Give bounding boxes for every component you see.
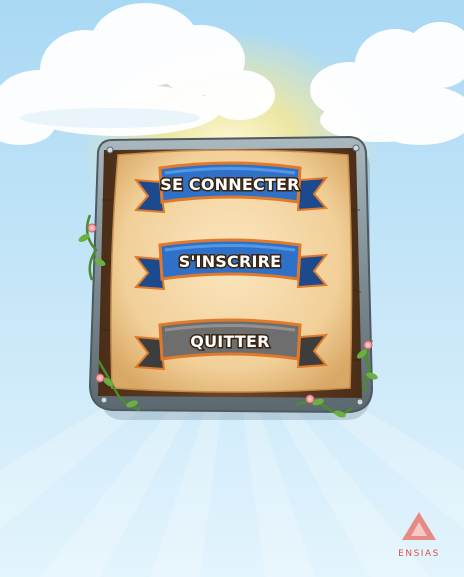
quit-button-label: QUITTER bbox=[190, 332, 269, 351]
ensias-logo-text: ENSIAS bbox=[398, 549, 440, 559]
login-button-label: SE CONNECTER bbox=[160, 175, 299, 194]
game-menu-screen: SE CONNECTER S'INSCRIRE QUITTER ENSIAS bbox=[0, 0, 464, 577]
menu-scene: SE CONNECTER S'INSCRIRE QUITTER ENSIAS bbox=[0, 0, 464, 577]
signup-button-label: S'INSCRIRE bbox=[179, 252, 282, 271]
